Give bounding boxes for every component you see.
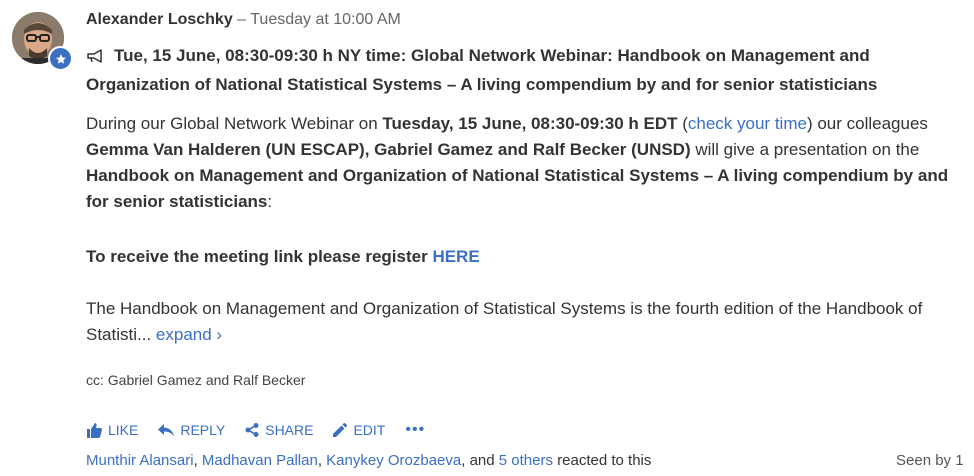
post-title-text: Tue, 15 June, 08:30-09:30 h NY time: Glo… bbox=[86, 46, 878, 94]
seen-by-count[interactable]: Seen by 1 bbox=[896, 452, 964, 469]
verified-star-icon bbox=[48, 46, 73, 71]
post-body-paragraph-2: The Handbook on Management and Organizat… bbox=[86, 296, 971, 348]
avatar[interactable] bbox=[10, 10, 73, 71]
reaction-suffix: reacted to this bbox=[552, 452, 652, 469]
register-line: To receive the meeting link please regis… bbox=[86, 244, 480, 270]
register-text: To receive the meeting link please regis… bbox=[86, 247, 433, 266]
cc-line: cc: Gabriel Gamez and Ralf Becker bbox=[86, 372, 306, 388]
post-body-paragraph-1: During our Global Network Webinar on Tue… bbox=[86, 111, 971, 215]
reply-label: REPLY bbox=[180, 422, 226, 438]
body-bold-handbook: Handbook on Management and Organization … bbox=[86, 166, 949, 211]
reaction-separator: , bbox=[317, 452, 327, 469]
body-bold-presenters: Gemma Van Halderen (UN ESCAP), Gabriel G… bbox=[86, 140, 691, 159]
edit-label: EDIT bbox=[353, 422, 386, 438]
body-text: During our Global Network Webinar on bbox=[86, 114, 383, 133]
reply-button[interactable]: REPLY bbox=[158, 422, 225, 438]
post-timestamp[interactable]: Tuesday at 10:00 AM bbox=[250, 11, 401, 28]
body-bold-date: Tuesday, 15 June, 08:30-09:30 h EDT bbox=[382, 114, 678, 133]
reply-arrow-icon bbox=[158, 423, 175, 436]
post-title: Tue, 15 June, 08:30-09:30 h NY time: Glo… bbox=[86, 43, 974, 98]
share-button[interactable]: SHARE bbox=[245, 422, 313, 438]
check-time-link[interactable]: check your time bbox=[688, 114, 807, 133]
share-icon bbox=[245, 423, 259, 437]
like-button[interactable]: LIKE bbox=[86, 422, 138, 438]
body-text: will give a presentation on the bbox=[690, 140, 920, 159]
reaction-user-link[interactable]: Kanykey Orozbaeva bbox=[326, 452, 461, 469]
reaction-separator: , bbox=[193, 452, 202, 469]
body-text: ( bbox=[677, 114, 688, 133]
announcement-icon bbox=[86, 46, 104, 72]
edit-button[interactable]: EDIT bbox=[333, 422, 385, 438]
thumbs-up-icon bbox=[87, 422, 102, 438]
reaction-user-link[interactable]: Munthir Alansari bbox=[86, 452, 194, 469]
body-text: ) our colleagues bbox=[806, 114, 928, 133]
post-header: Alexander Loschky – Tuesday at 10:00 AM bbox=[86, 11, 401, 29]
share-label: SHARE bbox=[265, 422, 314, 438]
header-separator: – bbox=[232, 11, 251, 28]
author-name[interactable]: Alexander Loschky bbox=[86, 11, 233, 28]
body-text: : bbox=[267, 192, 273, 211]
more-dots-icon[interactable]: ••• bbox=[405, 421, 425, 439]
register-link[interactable]: HERE bbox=[432, 247, 479, 266]
expand-link[interactable]: expand › bbox=[156, 325, 222, 344]
like-label: LIKE bbox=[108, 422, 139, 438]
reaction-others-link[interactable]: 5 others bbox=[499, 452, 553, 469]
edit-pencil-icon bbox=[333, 423, 348, 437]
reaction-user-link[interactable]: Madhavan Pallan bbox=[202, 452, 318, 469]
reaction-separator: , and bbox=[461, 452, 499, 469]
action-bar: LIKE REPLY SHARE EDIT ••• bbox=[86, 421, 425, 439]
reactions-summary: Munthir Alansari, Madhavan Pallan, Kanyk… bbox=[86, 452, 651, 469]
